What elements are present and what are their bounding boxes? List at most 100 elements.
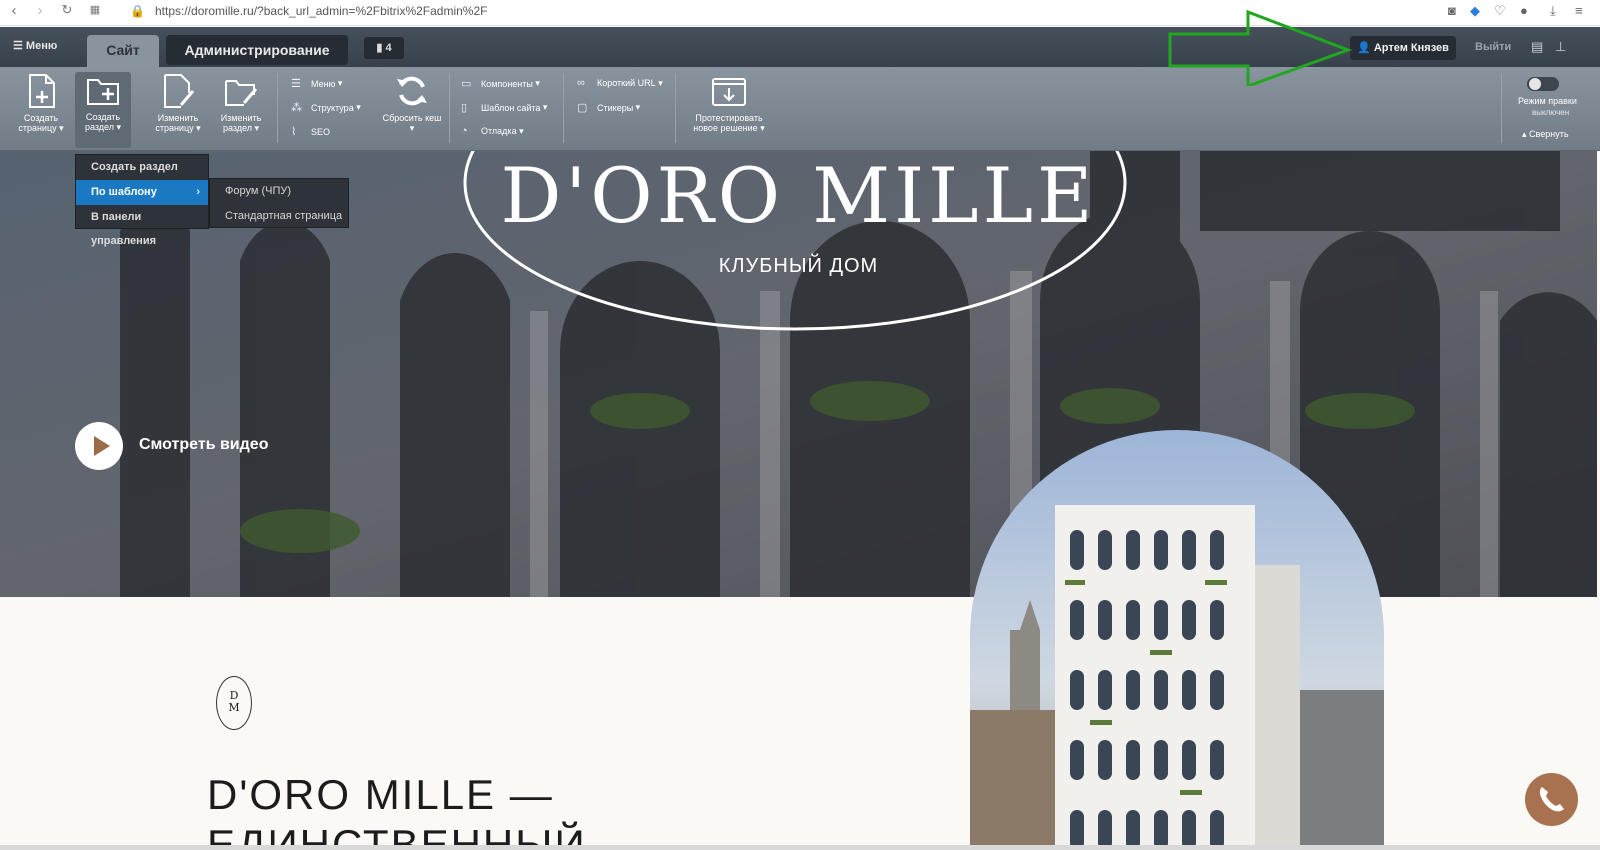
shield-icon[interactable]: ◆ — [1470, 3, 1480, 19]
components-label: Компоненты — [481, 78, 533, 89]
gauge-icon: ◔ — [461, 125, 468, 137]
download-icon[interactable]: ⤓ — [1550, 3, 1556, 19]
toolbar-divider — [449, 73, 450, 143]
brand-subtitle: КЛУБНЫЙ ДОМ — [718, 255, 879, 277]
component-icon: ▭ — [461, 78, 472, 90]
components-button[interactable]: ▭ Компоненты ▾ — [461, 77, 540, 90]
forward-icon[interactable]: › — [28, 2, 52, 19]
admin-toolbar: Создать страницу ▾ Создать раздел ▾ Изме… — [0, 67, 1600, 151]
user-button[interactable]: 👤 Артем Князев — [1350, 36, 1456, 60]
menu-item-by-template[interactable]: По шаблону — [76, 180, 208, 205]
toggle-knob — [1529, 78, 1541, 90]
hamburger-icon: ☰ — [13, 40, 26, 52]
template-icon: ▯ — [461, 102, 468, 114]
browser-toolbar: ‹ › ↻ ▦ 🔒 https://doromille.ru/?back_url… — [0, 0, 1600, 26]
short-url-button[interactable]: ∞ Короткий URL ▾ — [577, 77, 663, 89]
create-section-dropdown: Создать раздел По шаблону В панели управ… — [75, 154, 209, 247]
collapse-button[interactable]: ▴ Свернуть — [1522, 129, 1569, 140]
edit-page-icon — [164, 74, 195, 108]
camera-icon[interactable]: ◙ — [1448, 3, 1456, 18]
user-icon: 👤 — [1357, 42, 1374, 54]
edit-mode-label: Режим правки — [1518, 96, 1577, 106]
menu-dropdown-button[interactable]: ☰ Меню ▾ — [291, 77, 342, 90]
debug-label: Отладка — [481, 126, 517, 136]
tab-administration[interactable]: Администрирование — [166, 35, 348, 65]
profile-icon[interactable]: ● — [1520, 3, 1528, 18]
new-folder-icon — [87, 79, 119, 105]
site-template-button[interactable]: ▯ Шаблон сайта ▾ — [461, 101, 547, 114]
create-section-button[interactable]: Создать раздел ▾ — [75, 72, 131, 148]
seo-label: SEO — [311, 126, 331, 137]
monogram-m: M — [228, 701, 240, 714]
address-bar[interactable]: https://doromille.ru/?back_url_admin=%2F… — [155, 4, 487, 18]
back-icon[interactable]: ‹ — [2, 2, 26, 19]
admin-panel-bar: ☰ Меню Сайт Администрирование ▮ 4 👤 Арте… — [0, 27, 1600, 67]
link-icon: ∞ — [577, 77, 585, 89]
edit-page-button[interactable]: Изменить страницу ▾ — [150, 73, 206, 133]
edit-section-label: Изменить раздел — [220, 113, 262, 133]
template-submenu: Форум (ЧПУ) Стандартная страница — [209, 178, 349, 228]
tab-site[interactable]: Сайт — [87, 35, 159, 67]
monogram-logo: D M — [216, 676, 252, 730]
user-name: Артем Князев — [1373, 42, 1449, 54]
section-headline: D'ORO MILLE — ЕДИНСТВЕННЫЙ — [207, 770, 587, 850]
submenu-item-forum[interactable]: Форум (ЧПУ) — [210, 179, 348, 204]
edit-mode-toggle[interactable] — [1527, 77, 1559, 91]
notifications-button[interactable]: ▮ 4 — [364, 37, 404, 59]
heart-icon[interactable]: ♡ — [1494, 3, 1506, 19]
refresh-icon — [397, 76, 427, 106]
edit-mode-status: выключен — [1532, 108, 1570, 117]
list-icon: ☰ — [291, 78, 301, 90]
stickers-button[interactable]: ▢ Стикеры ▾ — [577, 101, 640, 114]
lock-icon: 🔒 — [130, 4, 145, 18]
new-page-icon — [29, 74, 55, 108]
stickers-label: Стикеры — [597, 102, 634, 113]
play-video-button[interactable] — [75, 422, 123, 470]
structure-button[interactable]: ⁂ Структура ▾ — [291, 101, 361, 114]
sticker-icon: ▢ — [577, 102, 588, 114]
pin-icon[interactable]: ⊥ — [1555, 39, 1566, 55]
notifications-count: 4 — [385, 42, 392, 54]
reset-cache-label: Сбросить кеш — [382, 113, 442, 123]
menu-item-in-control-panel[interactable]: В панели управления — [76, 205, 208, 247]
logout-link[interactable]: Выйти — [1475, 41, 1511, 53]
page-bottom-edge — [0, 845, 1600, 850]
reload-icon[interactable]: ↻ — [55, 2, 79, 18]
short-url-label: Короткий URL — [597, 78, 656, 88]
toolbar-divider — [1501, 73, 1502, 143]
menu-item-create-section[interactable]: Создать раздел — [76, 155, 208, 180]
test-solution-button[interactable]: Протестировать новое решение ▾ — [689, 73, 769, 133]
menu-dropdown-label: Меню — [311, 78, 336, 89]
debug-button[interactable]: ◔ Отладка ▾ — [461, 125, 524, 137]
structure-icon: ⁂ — [291, 102, 302, 114]
call-button[interactable] — [1525, 773, 1578, 826]
submenu-item-standard-page[interactable]: Стандартная страница — [210, 204, 348, 229]
create-section-label: Создать раздел — [84, 112, 121, 132]
apps-icon[interactable]: ▦ — [83, 3, 107, 16]
settings-icon[interactable]: ≡ — [1575, 3, 1583, 18]
watch-video-link[interactable]: Смотреть видео — [139, 436, 268, 454]
collapse-label: Свернуть — [1529, 129, 1569, 139]
edit-folder-icon — [225, 80, 258, 106]
site-template-label: Шаблон сайта — [481, 102, 541, 113]
edit-section-button[interactable]: Изменить раздел ▾ — [213, 73, 269, 133]
headline-line-1: D'ORO MILLE — — [207, 771, 554, 818]
phone-icon — [1539, 787, 1564, 812]
toolbar-divider — [563, 73, 564, 143]
toolbar-divider — [675, 73, 676, 143]
reset-cache-button[interactable]: Сбросить кеш ▾ — [382, 73, 442, 133]
building-render-image — [970, 430, 1384, 850]
play-icon — [94, 436, 110, 456]
test-solution-label: Протестировать новое решение — [693, 113, 763, 133]
annotation-arrow-icon — [1168, 10, 1353, 86]
chart-icon: ⌇ — [291, 126, 297, 138]
menu-button[interactable]: ☰ Меню — [13, 39, 57, 52]
create-page-label: Создать страницу — [18, 113, 59, 133]
seo-button[interactable]: ⌇ SEO — [291, 125, 330, 138]
structure-label: Структура — [311, 102, 354, 113]
hotkeys-icon[interactable]: ▤ — [1531, 39, 1543, 55]
toolbar-divider — [277, 73, 278, 143]
create-page-button[interactable]: Создать страницу ▾ — [13, 73, 69, 133]
menu-label: Меню — [25, 40, 58, 52]
edit-page-label: Изменить страницу — [155, 113, 199, 133]
